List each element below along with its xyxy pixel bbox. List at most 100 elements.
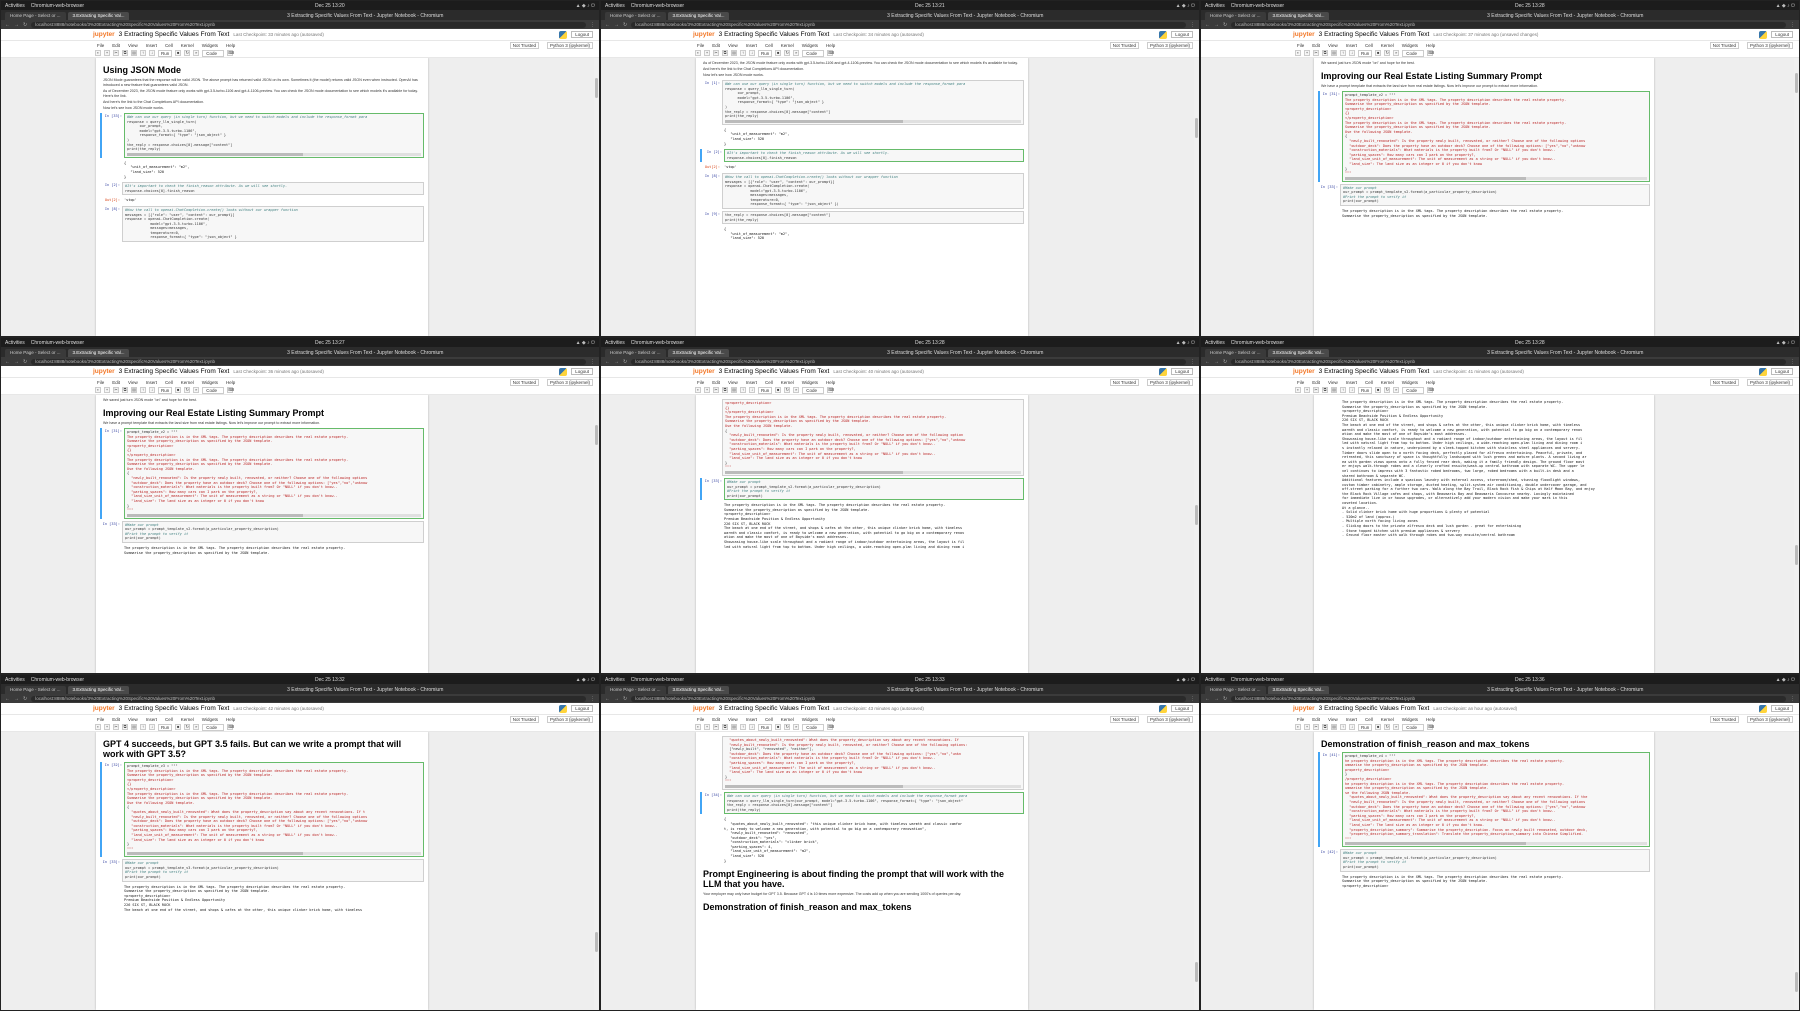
- code-cell[interactable]: <property_description>{} </property_descr…: [700, 399, 1024, 476]
- markdown-paragraph[interactable]: JSON Mode guarantees that the response w…: [103, 78, 424, 88]
- save-icon[interactable]: ▪: [1295, 724, 1301, 730]
- url-input[interactable]: localhost:8888/notebooks/3%20Extracting%…: [631, 358, 1186, 365]
- page-scrollbar[interactable]: [1194, 732, 1199, 1010]
- copy-icon[interactable]: ⧉: [722, 50, 728, 56]
- trusted-indicator[interactable]: Not Trusted: [1109, 378, 1139, 386]
- save-icon[interactable]: ▪: [695, 387, 701, 393]
- markdown-heading[interactable]: GPT 4 succeeds, but GPT 3.5 fails. But c…: [103, 739, 424, 759]
- activities-button[interactable]: Activities: [5, 3, 25, 9]
- page-scrollbar[interactable]: [1194, 58, 1199, 336]
- menu-help[interactable]: Help: [826, 380, 835, 385]
- markdown-heading[interactable]: Improving our Real Estate Listing Summar…: [1321, 71, 1650, 81]
- save-icon[interactable]: ▪: [95, 387, 101, 393]
- command-palette-icon[interactable]: ⌨: [227, 50, 234, 56]
- system-tray-icons[interactable]: ▲ ◆ ♪ ⏻: [1776, 677, 1795, 683]
- output-cell[interactable]: The property description is in the XML t…: [1318, 874, 1650, 890]
- code-editor[interactable]: prompt_template_v2 = """ The property des…: [124, 428, 424, 519]
- cell-type-select[interactable]: Code: [1402, 49, 1425, 57]
- activities-button[interactable]: Activities: [605, 677, 625, 683]
- scrollbar-thumb[interactable]: [725, 119, 903, 123]
- forward-icon[interactable]: →: [1214, 22, 1219, 28]
- page-scrollbar[interactable]: [594, 58, 599, 336]
- move-down-icon[interactable]: ↓: [1349, 387, 1355, 393]
- cut-icon[interactable]: ✂: [113, 50, 119, 56]
- activities-button[interactable]: Activities: [1205, 677, 1225, 683]
- url-input[interactable]: localhost:8888/notebooks/3%20Extracting%…: [1231, 695, 1786, 702]
- jupyter-logo[interactable]: jupyter: [1293, 705, 1315, 712]
- menu-help[interactable]: Help: [226, 717, 235, 722]
- tab-home-page[interactable]: Home Page - Select or ...: [1205, 12, 1266, 20]
- code-editor[interactable]: #Make our prompt our_prompt = prompt_temp…: [724, 477, 1024, 501]
- scrollbar-thumb[interactable]: [1795, 972, 1798, 992]
- cell-horizontal-scrollbar[interactable]: [725, 470, 1021, 474]
- menu-widgets[interactable]: Widgets: [202, 43, 218, 48]
- cell-horizontal-scrollbar[interactable]: [127, 852, 421, 856]
- reload-icon[interactable]: ↻: [23, 696, 27, 702]
- code-cell[interactable]: In [2]: #It's important to check the fini…: [100, 182, 424, 196]
- run-button[interactable]: Run: [758, 723, 773, 731]
- code-editor[interactable]: prompt_template_v4 = """ he property desc…: [1342, 752, 1650, 848]
- output-cell[interactable]: Out[2]: 'stop': [100, 197, 424, 204]
- activities-button[interactable]: Activities: [1205, 340, 1225, 346]
- code-editor[interactable]: the_reply = response.choices[0].message[…: [722, 211, 1024, 225]
- trusted-indicator[interactable]: Not Trusted: [1109, 715, 1139, 723]
- restart-run-icon[interactable]: »: [1393, 387, 1400, 393]
- code-editor[interactable]: #It's important to check the finish_reas…: [724, 149, 1024, 163]
- extensions-icon[interactable]: ⋮: [590, 22, 595, 28]
- tab-home-page[interactable]: Home Page - Select or ...: [605, 686, 666, 694]
- move-up-icon[interactable]: ↑: [140, 50, 146, 56]
- menu-file[interactable]: File: [97, 43, 104, 48]
- save-icon[interactable]: ▪: [95, 724, 101, 730]
- markdown-paragraph[interactable]: As of December 2023, the JSON mode featu…: [103, 89, 424, 99]
- back-icon[interactable]: ←: [1205, 22, 1210, 28]
- move-down-icon[interactable]: ↓: [749, 387, 755, 393]
- code-editor[interactable]: prompt_template_v2 = """ The property des…: [1342, 91, 1650, 182]
- menu-cell[interactable]: Cell: [765, 717, 773, 722]
- menu-widgets[interactable]: Widgets: [1402, 43, 1418, 48]
- copy-icon[interactable]: ⧉: [1322, 724, 1328, 730]
- forward-icon[interactable]: →: [614, 359, 619, 365]
- output-cell[interactable]: The property description is in the XML t…: [700, 502, 1024, 550]
- extensions-icon[interactable]: ⋮: [1190, 22, 1195, 28]
- reload-icon[interactable]: ↻: [1223, 359, 1227, 365]
- tab-home-page[interactable]: Home Page - Select or ...: [5, 349, 66, 357]
- extensions-icon[interactable]: ⋮: [1190, 359, 1195, 365]
- kernel-indicator[interactable]: Python 3 (ipykernel): [1146, 378, 1193, 386]
- output-cell[interactable]: The property description is in the XML t…: [100, 545, 424, 556]
- paste-icon[interactable]: ▤: [1331, 724, 1337, 730]
- tab-notebook[interactable]: 3.Extracting Specific Val...: [1267, 12, 1330, 20]
- scrollbar-thumb[interactable]: [127, 152, 304, 156]
- menu-kernel[interactable]: Kernel: [781, 717, 794, 722]
- add-cell-icon[interactable]: +: [104, 387, 110, 393]
- copy-icon[interactable]: ⧉: [122, 387, 128, 393]
- cell-type-select[interactable]: Code: [802, 723, 825, 731]
- move-up-icon[interactable]: ↑: [140, 724, 146, 730]
- system-tray-icons[interactable]: ▲ ◆ ♪ ⏻: [576, 340, 595, 346]
- restart-run-icon[interactable]: »: [1393, 724, 1400, 730]
- menu-help[interactable]: Help: [226, 380, 235, 385]
- move-up-icon[interactable]: ↑: [1340, 724, 1346, 730]
- menu-edit[interactable]: Edit: [112, 43, 120, 48]
- menu-kernel[interactable]: Kernel: [181, 380, 194, 385]
- restart-run-icon[interactable]: »: [1393, 50, 1400, 56]
- menu-file[interactable]: File: [1297, 43, 1304, 48]
- menu-help[interactable]: Help: [1426, 380, 1435, 385]
- move-up-icon[interactable]: ↑: [740, 724, 746, 730]
- page-scrollbar[interactable]: [594, 395, 599, 673]
- code-cell[interactable]: In [2]: #It's important to check the fini…: [700, 149, 1024, 163]
- save-icon[interactable]: ▪: [95, 50, 101, 56]
- cut-icon[interactable]: ✂: [713, 724, 719, 730]
- menu-view[interactable]: View: [728, 380, 738, 385]
- system-tray-icons[interactable]: ▲ ◆ ♪ ⏻: [1176, 3, 1195, 9]
- menu-edit[interactable]: Edit: [112, 717, 120, 722]
- kernel-indicator[interactable]: Python 3 (ipykernel): [1746, 41, 1793, 49]
- menu-file[interactable]: File: [97, 380, 104, 385]
- restart-run-icon[interactable]: »: [793, 50, 800, 56]
- restart-icon[interactable]: ↻: [184, 50, 191, 56]
- run-button[interactable]: Run: [1358, 723, 1373, 731]
- code-editor[interactable]: prompt_template_v3 = """ The property des…: [124, 762, 424, 858]
- menu-view[interactable]: View: [728, 43, 738, 48]
- browser-menu[interactable]: Chromium-web-browser: [31, 3, 84, 9]
- stop-icon[interactable]: ■: [775, 387, 782, 393]
- back-icon[interactable]: ←: [605, 22, 610, 28]
